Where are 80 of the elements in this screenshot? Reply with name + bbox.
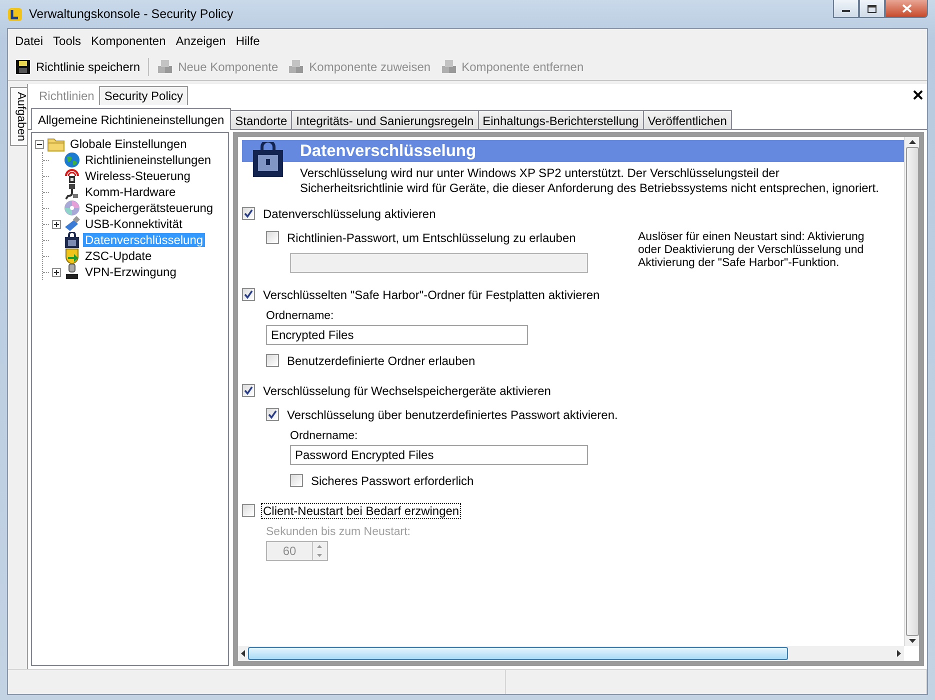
- right-arrow-icon: [896, 649, 902, 658]
- checkbox[interactable]: [290, 474, 303, 487]
- check-icon: [244, 290, 253, 299]
- check-icon: [244, 386, 253, 395]
- checkbox[interactable]: [266, 408, 279, 421]
- window-title: Verwaltungskonsole - Security Policy: [29, 7, 234, 21]
- close-button[interactable]: [885, 0, 928, 18]
- text-field[interactable]: Encrypted Files: [266, 325, 528, 345]
- expand-toggle[interactable]: [52, 268, 61, 276]
- horizontal-scrollbar[interactable]: [238, 646, 904, 661]
- tab[interactable]: Veröffentlichen: [642, 110, 732, 129]
- plug-icon: [64, 264, 80, 280]
- check-icon: [244, 209, 253, 218]
- maximize-icon: [867, 4, 877, 12]
- tree-item[interactable]: Globale Einstellungen: [68, 137, 189, 151]
- checkbox-label[interactable]: Verschlüsselung über benutzerdefiniertes Passwort aktivieren.: [285, 406, 620, 422]
- usb-icon: [64, 216, 80, 232]
- disc-icon: [64, 200, 80, 216]
- minimize-button[interactable]: [833, 0, 859, 18]
- toolbar-button[interactable]: Richtlinie speichern: [11, 56, 144, 76]
- up-arrow-icon: [908, 139, 916, 145]
- plus-icon: [53, 268, 60, 276]
- checkbox-label[interactable]: Richtlinien-Passwort, um Entschlüsselung zu erlauben: [285, 230, 578, 246]
- menu-item[interactable]: Komponenten: [86, 32, 171, 50]
- collapse-toggle[interactable]: [35, 140, 44, 148]
- checkbox[interactable]: [242, 384, 255, 397]
- down-arrow-icon: [908, 638, 916, 644]
- menu-item[interactable]: Datei: [10, 32, 48, 50]
- checkbox[interactable]: [242, 504, 255, 517]
- tree-item[interactable]: Wireless-Steuerung: [83, 169, 192, 183]
- close-icon: [902, 4, 912, 13]
- check-icon: [268, 410, 277, 419]
- tree-item[interactable]: ZSC-Update: [83, 249, 154, 263]
- field-label: Ordnername:: [266, 310, 335, 322]
- checkbox-label[interactable]: Verschlüsselten "Safe Harbor"-Ordner für Festplatten aktivieren: [261, 286, 602, 302]
- tab[interactable]: Einhaltungs-Berichterstellung: [478, 110, 644, 129]
- description-text: Verschlüsselung wird nur unter Windows XP SP2 unterstützt. Der Verschlüsselungsteil der Sicherheitsrichtlinie wird für Geräte, die dieser Anforderung des Betriebssystems nicht entsprechen, ignoriert.: [300, 166, 880, 196]
- app-icon: [7, 6, 23, 22]
- folder-icon: [47, 136, 65, 152]
- lock-icon: [64, 232, 80, 248]
- tree-item[interactable]: Speichergerätsteuerung: [83, 201, 216, 215]
- save-icon: [15, 58, 31, 74]
- wireless-icon: [64, 168, 80, 184]
- checkbox-label[interactable]: Sicheres Passwort erforderlich: [309, 472, 476, 488]
- shield-icon: [64, 248, 80, 264]
- maximize-button[interactable]: [859, 0, 885, 18]
- tree-item[interactable]: Komm-Hardware: [83, 185, 178, 199]
- checkbox-label[interactable]: Client-Neustart bei Bedarf erzwingen: [261, 502, 462, 518]
- tree-item[interactable]: USB-Konnektivität: [83, 217, 184, 231]
- tree-item[interactable]: VPN-Erzwingung: [83, 265, 178, 279]
- checkbox[interactable]: [266, 231, 279, 244]
- menu-item[interactable]: Hilfe: [230, 32, 265, 50]
- globe-icon: [64, 152, 80, 168]
- close-icon[interactable]: [913, 90, 923, 100]
- cable-icon: [64, 184, 80, 200]
- document-tab[interactable]: Security Policy: [99, 86, 188, 105]
- tab[interactable]: Allgemeine Richtinieneinstellungen: [31, 108, 232, 130]
- field-label: Sekunden bis zum Neustart:: [266, 526, 412, 538]
- checkbox[interactable]: [242, 207, 255, 220]
- checkbox-label[interactable]: Verschlüsselung für Wechselspeichergeräte aktivieren: [261, 382, 553, 398]
- vertical-scrollbar[interactable]: [904, 137, 919, 646]
- checkbox-label[interactable]: Benutzerdefinierte Ordner erlauben: [285, 352, 478, 368]
- checkbox-label[interactable]: Datenverschlüsselung aktivieren: [261, 206, 438, 222]
- tab[interactable]: Integritäts- und Sanierungsregeln: [291, 110, 479, 129]
- note-text: Auslöser für einen Neustart sind: Aktivierung oder Deaktivierung der Verschlüsselung und Aktivierung der "Safe Harbor"-Funktion.: [638, 231, 866, 271]
- checkbox[interactable]: [242, 288, 255, 301]
- lock-icon: [252, 142, 284, 178]
- left-arrow-icon: [240, 649, 246, 658]
- cubes-icon: [157, 58, 174, 74]
- cubes-icon: [288, 58, 304, 74]
- checkbox[interactable]: [266, 354, 279, 367]
- cubes-icon: [440, 58, 457, 74]
- field-label: Ordnername:: [290, 430, 359, 442]
- text-field[interactable]: Password Encrypted Files: [290, 445, 588, 465]
- menu-item[interactable]: Anzeigen: [170, 32, 231, 50]
- expand-toggle[interactable]: [52, 220, 61, 228]
- menu-item[interactable]: Tools: [48, 32, 86, 50]
- tree-item[interactable]: Richtlinieneinstellungen: [83, 153, 214, 167]
- plus-icon: [53, 220, 60, 228]
- tab[interactable]: Standorte: [230, 110, 292, 129]
